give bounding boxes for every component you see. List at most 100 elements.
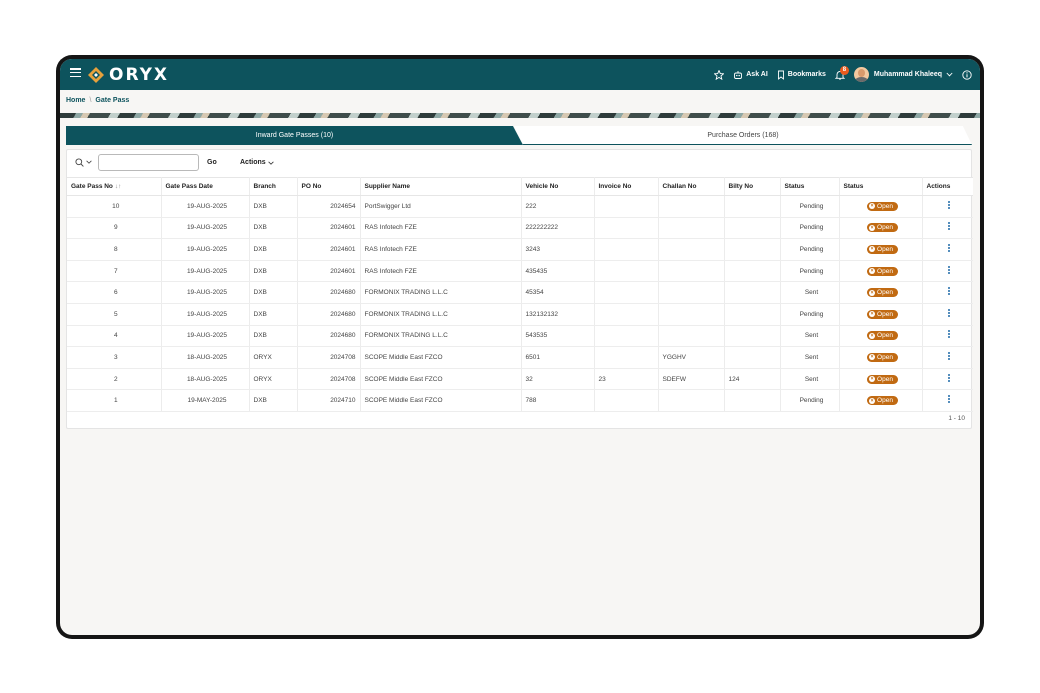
row-actions-cell [922, 238, 973, 261]
po-no-cell: 2024680 [297, 325, 361, 348]
favorite-button[interactable] [714, 69, 725, 80]
table-row[interactable]: 8 19-AUG-2025 DXB 2024601 RAS Infotech F… [67, 238, 973, 261]
invoice-no-cell [594, 325, 659, 348]
chevron-down-icon [267, 161, 274, 165]
column-header[interactable]: Gate Pass No ↓↑ [67, 177, 162, 196]
notifications-button[interactable]: 8 [834, 65, 849, 80]
actions-menu-button[interactable]: Actions [240, 159, 274, 166]
status-badge[interactable]: × Open [867, 309, 898, 319]
table-row[interactable]: 2 18-AUG-2025 ORYX 2024708 SCOPE Middle … [67, 368, 973, 391]
status-badge[interactable]: × Open [867, 352, 898, 362]
table-row[interactable]: 4 19-AUG-2025 DXB 2024680 FORMONIX TRADI… [67, 325, 973, 348]
breadcrumb-home[interactable]: Home [66, 97, 85, 104]
po-no-cell: 2024680 [297, 303, 361, 326]
gate-pass-no-link[interactable]: 4 [67, 325, 162, 348]
supplier-name-cell: SCOPE Middle East FZCO [360, 368, 522, 391]
menu-icon[interactable] [70, 68, 81, 78]
status-badge[interactable]: × Open [867, 266, 898, 276]
column-header[interactable]: Status [839, 177, 923, 196]
status-text-cell: Sent [780, 368, 840, 391]
gate-pass-table: Gate Pass No ↓↑ Gate Pass Date Branch PO … [67, 177, 973, 412]
kebab-icon[interactable] [948, 265, 951, 275]
gate-pass-no-link[interactable]: 3 [67, 346, 162, 369]
gate-pass-no-link[interactable]: 1 [67, 389, 162, 412]
table-row[interactable]: 10 19-AUG-2025 DXB 2024654 PortSwigger L… [67, 195, 973, 218]
gate-pass-no-link[interactable]: 5 [67, 303, 162, 326]
kebab-icon[interactable] [948, 222, 951, 231]
gate-pass-date-cell: 19-AUG-2025 [161, 238, 250, 261]
invoice-no-cell: 23 [594, 368, 659, 391]
column-header[interactable]: Supplier Name [360, 177, 522, 196]
breadcrumb-separator: \ [89, 97, 92, 104]
ask-ai-button[interactable]: Ask AI [733, 70, 768, 80]
kebab-icon[interactable] [948, 308, 951, 318]
search-icon[interactable] [75, 158, 84, 167]
gate-pass-no-link[interactable]: 7 [67, 260, 162, 283]
sort-icon[interactable]: ↓↑ [115, 183, 122, 190]
chevron-down-icon[interactable] [86, 160, 92, 164]
app-logo[interactable]: ORYX [87, 65, 169, 85]
status-badge[interactable]: × Open [867, 331, 898, 341]
column-header[interactable]: Status [780, 177, 840, 196]
column-header[interactable]: Branch [249, 177, 298, 196]
po-no-cell: 2024708 [297, 368, 361, 391]
kebab-icon[interactable] [948, 351, 951, 361]
kebab-icon[interactable] [948, 243, 951, 253]
status-badge-label: Open [877, 310, 893, 318]
gate-pass-date-cell: 19-AUG-2025 [161, 303, 250, 326]
invoice-no-cell [594, 281, 659, 304]
supplier-name-cell: SCOPE Middle East FZCO [360, 389, 522, 412]
column-header[interactable]: Vehicle No [521, 177, 595, 196]
table-row[interactable]: 6 19-AUG-2025 DXB 2024680 FORMONIX TRADI… [67, 281, 973, 304]
kebab-icon[interactable] [948, 330, 951, 339]
gate-pass-no-link[interactable]: 10 [67, 195, 162, 218]
column-header[interactable]: Invoice No [594, 177, 659, 196]
status-badge[interactable]: × Open [867, 396, 898, 406]
kebab-icon[interactable] [948, 395, 951, 404]
gate-pass-no-link[interactable]: 8 [67, 238, 162, 261]
kebab-icon[interactable] [948, 373, 951, 383]
status-badge[interactable]: × Open [867, 288, 898, 298]
breadcrumb-current[interactable]: Gate Pass [95, 97, 129, 104]
status-badge-label: Open [877, 353, 893, 361]
kebab-icon[interactable] [948, 287, 951, 296]
table-row[interactable]: 9 19-AUG-2025 DXB 2024601 RAS Infotech F… [67, 217, 973, 240]
gate-pass-no-link[interactable]: 6 [67, 281, 162, 304]
po-no-cell: 2024708 [297, 346, 361, 369]
status-badge-cell: × Open [839, 195, 923, 218]
status-badge-label: Open [877, 267, 893, 275]
info-button[interactable] [962, 69, 972, 80]
tab-purchase-orders[interactable]: Purchase Orders (168) [514, 126, 972, 145]
status-text-cell: Pending [780, 389, 840, 412]
status-badge[interactable]: × Open [867, 223, 898, 233]
table-row[interactable]: 1 19-MAY-2025 DXB 2024710 SCOPE Middle E… [67, 389, 973, 412]
po-no-cell: 2024710 [297, 389, 361, 412]
table-row[interactable]: 7 19-AUG-2025 DXB 2024601 RAS Infotech F… [67, 260, 973, 283]
gate-pass-no-link[interactable]: 9 [67, 217, 162, 240]
column-header[interactable]: Gate Pass Date [161, 177, 250, 196]
challan-no-cell: YGGHV [658, 346, 725, 369]
column-header[interactable]: PO No [297, 177, 361, 196]
table-row[interactable]: 5 19-AUG-2025 DXB 2024680 FORMONIX TRADI… [67, 303, 973, 326]
bookmarks-button[interactable]: Bookmarks [777, 70, 826, 80]
status-badge[interactable]: × Open [867, 201, 898, 211]
column-header[interactable]: Challan No [658, 177, 725, 196]
status-badge-label: Open [877, 289, 893, 297]
gate-pass-date-cell: 19-AUG-2025 [161, 260, 250, 283]
status-badge[interactable]: × Open [867, 244, 898, 254]
gate-pass-date-cell: 19-MAY-2025 [161, 389, 250, 412]
challan-no-cell [658, 217, 725, 240]
column-header[interactable]: Bilty No [724, 177, 781, 196]
user-menu[interactable]: Muhammad Khaleeq [853, 67, 953, 82]
search-input[interactable] [98, 154, 199, 171]
tab-inward-gate-passes[interactable]: Inward Gate Passes (10) [66, 126, 523, 145]
branch-cell: DXB [249, 303, 298, 326]
go-button[interactable]: Go [207, 159, 217, 166]
close-circle-icon: × [869, 332, 876, 339]
vehicle-no-cell: 435435 [521, 260, 595, 283]
branch-cell: ORYX [249, 346, 298, 369]
kebab-icon[interactable] [948, 200, 951, 210]
table-row[interactable]: 3 18-AUG-2025 ORYX 2024708 SCOPE Middle … [67, 346, 973, 369]
gate-pass-no-link[interactable]: 2 [67, 368, 162, 391]
status-badge[interactable]: × Open [867, 374, 898, 384]
